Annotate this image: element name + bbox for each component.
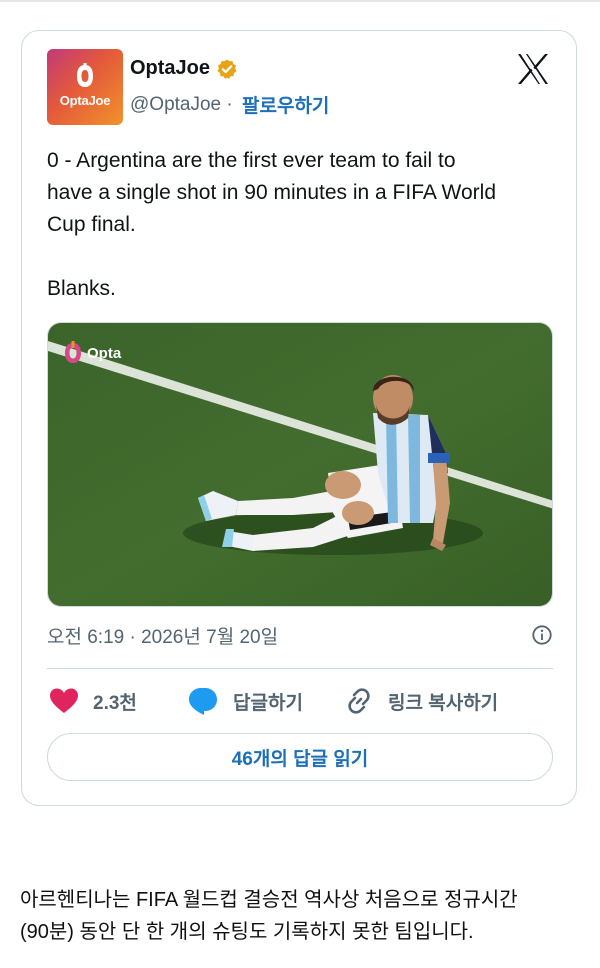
opta-watermark: Opta (62, 341, 121, 365)
display-name[interactable]: OptaJoe (130, 57, 210, 80)
copy-link-label: 링크 복사하기 (388, 692, 499, 714)
reply-button[interactable]: 답글하기 (187, 681, 303, 721)
football-player-photo (48, 323, 552, 606)
divider (47, 668, 553, 669)
author-name-row: OptaJoe (130, 57, 238, 80)
link-icon (348, 688, 370, 714)
avatar[interactable]: OptaJoe (47, 49, 123, 125)
handle-row: @OptaJoe · 팔로우하기 (130, 91, 329, 118)
handle-separator: · (221, 93, 239, 115)
opta-watermark-icon (65, 341, 81, 363)
opta-logo-mark-icon (77, 63, 93, 87)
tweet-media-image[interactable]: Opta (47, 322, 553, 607)
tweet-actions: 2.3천 답글하기 링크 복사하기 (47, 681, 553, 721)
article-caption: 아르헨티나는 FIFA 월드컵 결승전 역사상 처음으로 정규시간 (90분) … (20, 889, 518, 943)
top-divider (0, 0, 600, 2)
like-count: 2.3천 (93, 692, 137, 714)
info-icon[interactable] (531, 624, 553, 646)
follow-button[interactable]: 팔로우하기 (242, 91, 329, 118)
handle[interactable]: @OptaJoe (130, 94, 221, 116)
heart-icon (50, 688, 78, 713)
x-logo-icon[interactable] (515, 51, 551, 87)
like-button[interactable]: 2.3천 (49, 681, 137, 721)
verified-badge-icon (217, 58, 237, 79)
opta-watermark-text: Opta (87, 344, 122, 362)
tweet-meta-row: 오전 6:19 · 2026년 7월 20일 (47, 619, 553, 651)
avatar-logo-text: OptaJoe (59, 93, 111, 108)
speech-bubble-icon (189, 688, 217, 715)
timestamp[interactable]: 오전 6:19 · 2026년 7월 20일 (47, 622, 278, 649)
tweet-text: 0 - Argentina are the first ever team to… (47, 149, 497, 300)
copy-link-button[interactable]: 링크 복사하기 (344, 681, 498, 721)
read-replies-button[interactable]: 46개의 답글 읽기 (47, 733, 553, 781)
reply-label: 답글하기 (233, 692, 303, 714)
tweet-embed-card: OptaJoe OptaJoe @OptaJoe · 팔로우하기 0 - Arg… (21, 30, 577, 806)
